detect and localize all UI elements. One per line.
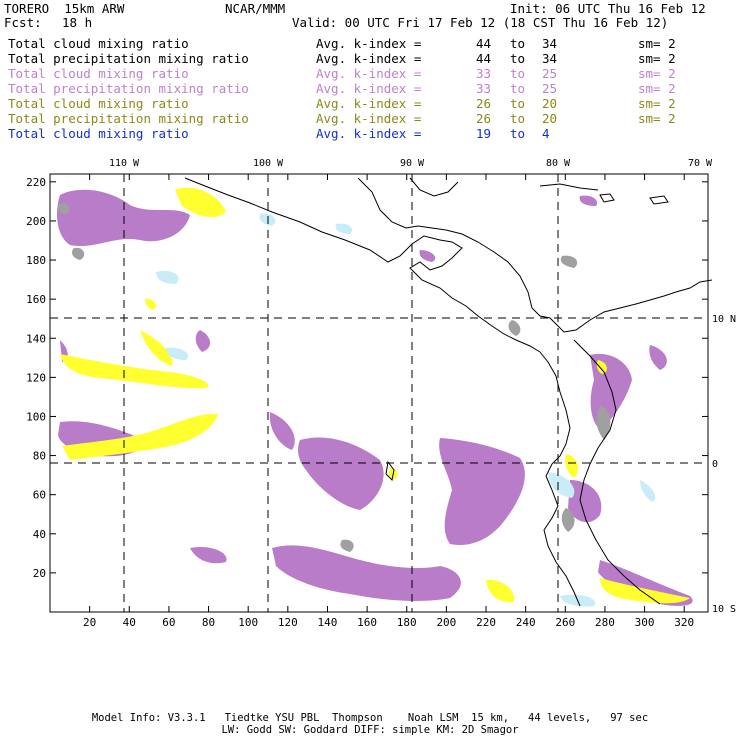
lat-label: 0	[712, 459, 718, 470]
x-tick-label: 240	[516, 616, 536, 629]
field-blob-gray	[72, 247, 85, 260]
x-tick-label: 300	[635, 616, 655, 629]
field-blob-yellow	[486, 579, 515, 603]
y-tick-label: 20	[33, 567, 46, 580]
y-tick-label: 220	[26, 176, 46, 189]
x-tick-label: 40	[123, 616, 136, 629]
y-tick-label: 200	[26, 215, 46, 228]
x-tick-label: 60	[162, 616, 175, 629]
central-america-coast	[184, 177, 541, 353]
y-tick-label: 100	[26, 410, 46, 423]
x-tick-label: 320	[674, 616, 694, 629]
x-tick-label: 140	[318, 616, 338, 629]
x-tick-label: 80	[202, 616, 215, 629]
lon-label: 90 W	[400, 158, 425, 169]
field-blob-purple	[269, 412, 295, 450]
y-tick-label: 40	[33, 528, 46, 541]
field-blob-gray	[340, 539, 354, 552]
field-blob-purple	[649, 345, 667, 370]
precip-map: 20 40 60 80 100 120 140 160 180 200 220 240 260 280 30…	[26, 158, 736, 629]
field-blob-purple	[419, 250, 436, 262]
lon-label: 110 W	[109, 158, 140, 169]
y-tick-label: 140	[26, 332, 46, 345]
y-tick-label: 120	[26, 371, 46, 384]
x-tick-label: 200	[436, 616, 456, 629]
x-tick-label: 180	[397, 616, 417, 629]
y-tick-label: 160	[26, 293, 46, 306]
field-blob-yellow	[565, 454, 579, 478]
field-blob-cyan	[259, 213, 276, 226]
field-blob-purple	[195, 330, 211, 352]
coastline-layer	[184, 177, 713, 607]
x-tick-label: 220	[476, 616, 496, 629]
x-tick-label: 160	[357, 616, 377, 629]
lat-label: 10 N	[712, 314, 736, 325]
field-blob-purple	[298, 437, 384, 510]
x-tick-label: 100	[238, 616, 258, 629]
model-info-line2: LW: Godd SW: Goddard DIFF: simple KM: 2D…	[221, 724, 519, 736]
caribbean-coast	[357, 177, 713, 333]
field-blob-gray	[508, 320, 521, 336]
island-3	[649, 195, 669, 205]
y-tick-label: 80	[33, 450, 46, 463]
x-tick-label: 20	[83, 616, 96, 629]
field-blob-purple	[272, 545, 461, 601]
y-tick-label: 180	[26, 254, 46, 267]
lat-label: 10 S	[712, 604, 736, 615]
field-blob-yellow	[145, 298, 157, 310]
field-blob-purple	[590, 353, 632, 430]
field-blob-cyan	[335, 223, 353, 234]
lon-label: 80 W	[546, 158, 571, 169]
antilles-coast	[539, 183, 599, 191]
model-info-line1: Model Info: V3.3.1 Tiedtke YSU PBL Thomp…	[91, 712, 649, 724]
lon-label: 100 W	[253, 158, 284, 169]
y-tick-label: 60	[33, 489, 46, 502]
x-tick-label: 260	[555, 616, 575, 629]
x-tick-label: 120	[278, 616, 298, 629]
field-blob-purple	[579, 195, 598, 206]
x-tick-label: 280	[595, 616, 615, 629]
field-blob-cyan	[640, 480, 656, 502]
field-blob-purple	[190, 546, 227, 564]
field-blob-cyan	[156, 270, 179, 284]
field-blob-cyan	[548, 472, 575, 498]
field-blob-gray	[560, 255, 578, 268]
cloud-fields-layer	[57, 187, 693, 607]
lon-label: 70 W	[688, 158, 713, 169]
island-2	[599, 193, 615, 203]
yucatan-coast	[409, 177, 459, 197]
field-blob-purple	[439, 438, 525, 545]
